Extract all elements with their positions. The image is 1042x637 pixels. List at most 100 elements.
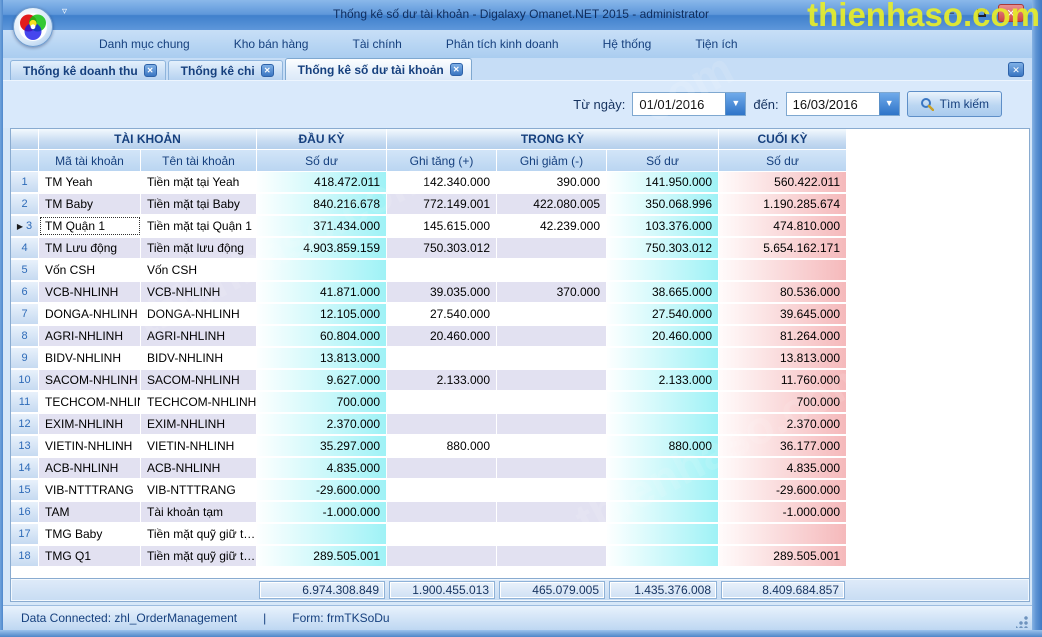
column-closing-balance[interactable]: Số dư — [719, 150, 847, 171]
cell-decrease[interactable] — [497, 524, 607, 544]
table-row[interactable]: 4 TM Lưu động Tiền mặt lưu động 4.903.85… — [11, 238, 847, 260]
cell-opening-balance[interactable]: 12.105.000 — [257, 304, 387, 324]
cell-increase[interactable] — [387, 480, 497, 500]
cell-decrease[interactable]: 422.080.005 — [497, 194, 607, 214]
table-row[interactable]: ▶3 TM Quận 1 Tiền mặt tại Quận 1 371.434… — [11, 216, 847, 238]
cell-closing-balance[interactable]: 39.645.000 — [719, 304, 847, 324]
cell-closing-balance[interactable]: 560.422.011 — [719, 172, 847, 192]
cell-decrease[interactable] — [497, 238, 607, 258]
cell-account-name[interactable]: AGRI-NHLINH — [141, 326, 257, 346]
table-row[interactable]: 8 AGRI-NHLINH AGRI-NHLINH 60.804.000 20.… — [11, 326, 847, 348]
cell-decrease[interactable] — [497, 348, 607, 368]
table-row[interactable]: 7 DONGA-NHLINH DONGA-NHLINH 12.105.000 2… — [11, 304, 847, 326]
tab-thong-ke-chi[interactable]: Thống kê chi ✕ — [168, 60, 283, 80]
cell-closing-balance[interactable]: -1.000.000 — [719, 502, 847, 522]
row-number[interactable]: 16 — [11, 502, 39, 522]
menu-item-tai-chinh[interactable]: Tài chính — [336, 33, 417, 55]
row-number[interactable]: 18 — [11, 546, 39, 566]
cell-account-name[interactable]: ACB-NHLINH — [141, 458, 257, 478]
cell-decrease[interactable] — [497, 326, 607, 346]
cell-period-balance[interactable]: 27.540.000 — [607, 304, 719, 324]
menu-item-danh-muc-chung[interactable]: Danh mục chung — [83, 33, 206, 55]
cell-closing-balance[interactable]: 13.813.000 — [719, 348, 847, 368]
tabstrip-close-button[interactable]: ✕ — [1008, 62, 1024, 77]
cell-account-name[interactable]: Tiền mặt quỹ giữ t… — [141, 546, 257, 566]
cell-account-code[interactable]: BIDV-NHLINH — [39, 348, 141, 368]
cell-decrease[interactable] — [497, 392, 607, 412]
cell-period-balance[interactable]: 880.000 — [607, 436, 719, 456]
cell-closing-balance[interactable]: 36.177.000 — [719, 436, 847, 456]
cell-account-code[interactable]: TM Baby — [39, 194, 141, 214]
to-date-picker[interactable]: ▼ — [786, 92, 900, 116]
cell-decrease[interactable]: 390.000 — [497, 172, 607, 192]
cell-increase[interactable]: 772.149.001 — [387, 194, 497, 214]
cell-period-balance[interactable] — [607, 524, 719, 544]
cell-increase[interactable]: 39.035.000 — [387, 282, 497, 302]
group-account[interactable]: TÀI KHOẢN — [39, 129, 257, 149]
column-opening-balance[interactable]: Số dư — [257, 150, 387, 171]
cell-account-code[interactable]: TM Yeah — [39, 172, 141, 192]
table-row[interactable]: 14 ACB-NHLINH ACB-NHLINH 4.835.000 4.835… — [11, 458, 847, 480]
cell-increase[interactable] — [387, 458, 497, 478]
cell-account-name[interactable]: DONGA-NHLINH — [141, 304, 257, 324]
table-row[interactable]: 6 VCB-NHLINH VCB-NHLINH 41.871.000 39.03… — [11, 282, 847, 304]
cell-opening-balance[interactable]: 13.813.000 — [257, 348, 387, 368]
cell-opening-balance[interactable]: 700.000 — [257, 392, 387, 412]
cell-closing-balance[interactable]: 474.810.000 — [719, 216, 847, 236]
table-row[interactable]: 15 VIB-NTTTRANG VIB-NTTTRANG -29.600.000… — [11, 480, 847, 502]
cell-opening-balance[interactable]: 9.627.000 — [257, 370, 387, 390]
row-number[interactable]: 2 — [11, 194, 39, 214]
row-number[interactable]: 10 — [11, 370, 39, 390]
group-closing[interactable]: CUỐI KỲ — [719, 129, 847, 149]
column-code[interactable]: Mã tài khoản — [39, 150, 141, 171]
cell-period-balance[interactable] — [607, 458, 719, 478]
column-increase[interactable]: Ghi tăng (+) — [387, 150, 497, 171]
menu-item-kho-ban-hang[interactable]: Kho bán hàng — [218, 33, 325, 55]
row-number[interactable]: ▶3 — [11, 216, 39, 236]
cell-increase[interactable] — [387, 348, 497, 368]
cell-decrease[interactable] — [497, 370, 607, 390]
table-row[interactable]: 13 VIETIN-NHLINH VIETIN-NHLINH 35.297.00… — [11, 436, 847, 458]
cell-opening-balance[interactable]: -1.000.000 — [257, 502, 387, 522]
cell-closing-balance[interactable]: 289.505.001 — [719, 546, 847, 566]
cell-increase[interactable] — [387, 392, 497, 412]
cell-account-code[interactable]: AGRI-NHLINH — [39, 326, 141, 346]
cell-decrease[interactable]: 42.239.000 — [497, 216, 607, 236]
cell-closing-balance[interactable] — [719, 260, 847, 280]
table-row[interactable]: 10 SACOM-NHLINH SACOM-NHLINH 9.627.000 2… — [11, 370, 847, 392]
cell-period-balance[interactable]: 750.303.012 — [607, 238, 719, 258]
cell-account-code[interactable]: TMG Baby — [39, 524, 141, 544]
menu-item-phan-tich-kinh-doanh[interactable]: Phân tích kinh doanh — [430, 33, 575, 55]
cell-increase[interactable] — [387, 414, 497, 434]
table-row[interactable]: 16 TAM Tài khoản tạm -1.000.000 -1.000.0… — [11, 502, 847, 524]
cell-account-name[interactable]: Tiền mặt lưu động — [141, 238, 257, 258]
cell-decrease[interactable] — [497, 502, 607, 522]
cell-closing-balance[interactable]: -29.600.000 — [719, 480, 847, 500]
cell-account-name[interactable]: TECHCOM-NHLINH — [141, 392, 257, 412]
cell-closing-balance[interactable]: 4.835.000 — [719, 458, 847, 478]
cell-account-code[interactable]: VIETIN-NHLINH — [39, 436, 141, 456]
cell-account-name[interactable]: BIDV-NHLINH — [141, 348, 257, 368]
cell-increase[interactable] — [387, 546, 497, 566]
cell-account-name[interactable]: Tài khoản tạm — [141, 502, 257, 522]
cell-account-code[interactable]: VIB-NTTTRANG — [39, 480, 141, 500]
cell-increase[interactable]: 880.000 — [387, 436, 497, 456]
table-row[interactable]: 2 TM Baby Tiền mặt tại Baby 840.216.678 … — [11, 194, 847, 216]
cell-account-name[interactable]: Tiền mặt tại Yeah — [141, 172, 257, 192]
column-period-balance[interactable]: Số dư — [607, 150, 719, 171]
from-date-picker[interactable]: ▼ — [632, 92, 746, 116]
cell-period-balance[interactable] — [607, 392, 719, 412]
cell-period-balance[interactable]: 2.133.000 — [607, 370, 719, 390]
cell-account-code[interactable]: TAM — [39, 502, 141, 522]
cell-account-name[interactable]: Tiền mặt tại Quận 1 — [141, 216, 257, 236]
tab-close-icon[interactable]: ✕ — [144, 64, 157, 77]
cell-closing-balance[interactable]: 700.000 — [719, 392, 847, 412]
menu-item-tien-ich[interactable]: Tiện ích — [679, 33, 753, 55]
cell-account-name[interactable]: SACOM-NHLINH — [141, 370, 257, 390]
row-number[interactable]: 17 — [11, 524, 39, 544]
group-opening[interactable]: ĐẦU KỲ — [257, 129, 387, 149]
cell-decrease[interactable] — [497, 414, 607, 434]
cell-closing-balance[interactable]: 11.760.000 — [719, 370, 847, 390]
row-number[interactable]: 1 — [11, 172, 39, 192]
cell-account-name[interactable]: EXIM-NHLINH — [141, 414, 257, 434]
